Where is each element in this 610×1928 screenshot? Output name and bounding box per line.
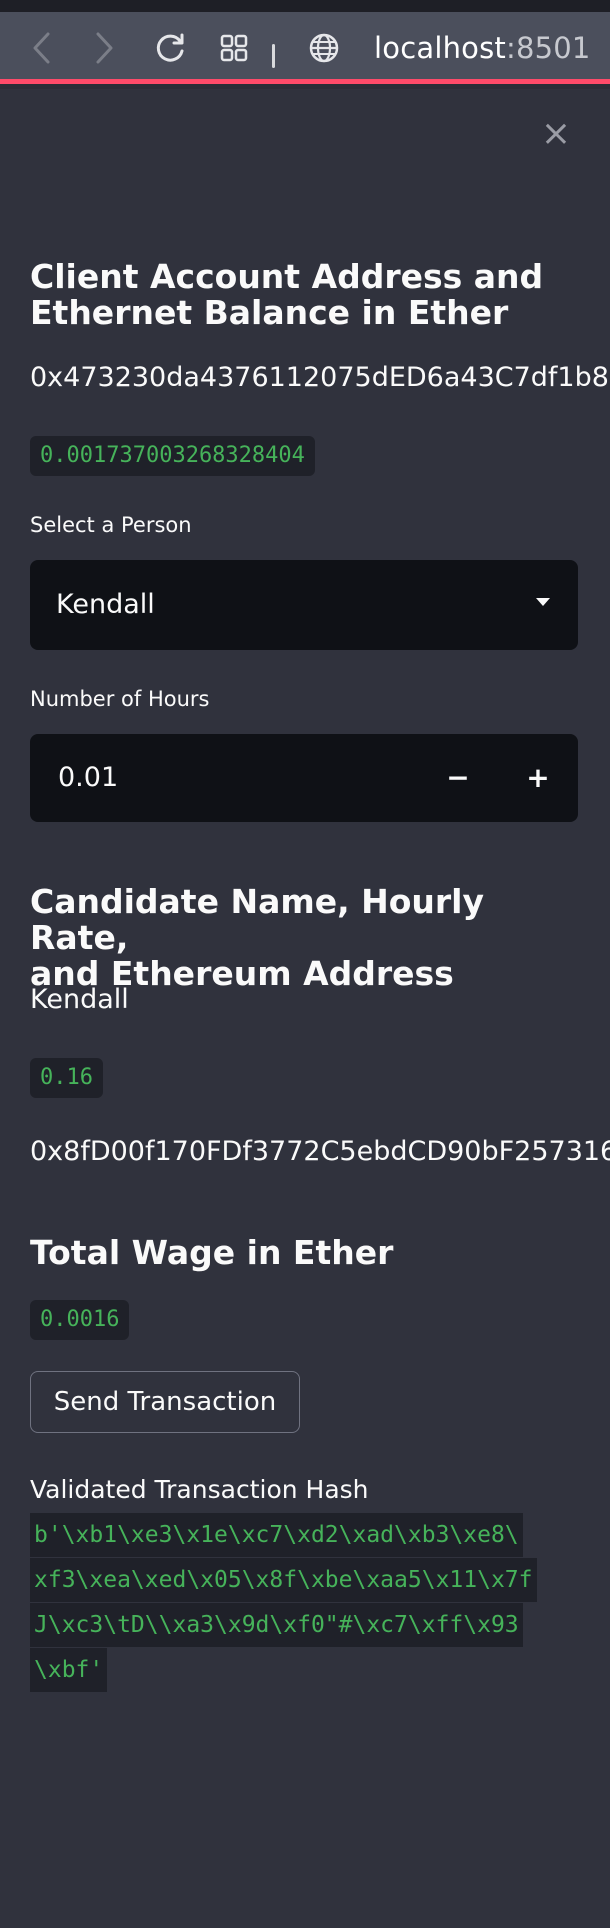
- person-select-value: Kendall: [56, 589, 155, 620]
- send-transaction-button[interactable]: Send Transaction: [30, 1371, 300, 1433]
- reload-icon[interactable]: [150, 26, 190, 70]
- section-title-total-wage: Total Wage in Ether: [30, 1233, 394, 1272]
- client-address: 0x473230da4376112075dED6a43C7df1b8: [30, 362, 609, 393]
- hours-label: Number of Hours: [30, 687, 210, 711]
- hours-value[interactable]: 0.01: [58, 734, 118, 822]
- section-title-candidate: Candidate Name, Hourly Rate, and Ethereu…: [30, 884, 590, 992]
- hash-line: J\xc3\tD\\xa3\x9d\xf0"#\xc7\xff\x93: [30, 1603, 523, 1647]
- back-arrow-icon[interactable]: [24, 26, 60, 70]
- candidate-address: 0x8fD00f170FDf3772C5ebdCD90bF257316: [30, 1136, 610, 1167]
- select-person-label: Select a Person: [30, 513, 192, 537]
- client-balance: 0.001737003268328404: [30, 436, 315, 476]
- tab-grid-icon[interactable]: [214, 26, 254, 70]
- candidate-rate: 0.16: [30, 1058, 103, 1098]
- forward-arrow-icon[interactable]: [86, 26, 122, 70]
- title-line: Client Account Address and: [30, 257, 544, 296]
- title-line: Ethernet Balance in Ether: [30, 293, 509, 332]
- hash-line: \xbf': [30, 1648, 108, 1692]
- person-select[interactable]: Kendall: [30, 560, 578, 650]
- increment-button[interactable]: +: [498, 734, 578, 822]
- section-title-client-account: Client Account Address and Ethernet Bala…: [30, 259, 590, 331]
- decrement-button[interactable]: −: [418, 734, 498, 822]
- total-wage: 0.0016: [30, 1300, 130, 1340]
- transaction-hash: b'\xb1\xe3\x1e\xc7\xd2\xad\xb3\xe8\ xf3\…: [30, 1513, 570, 1693]
- title-line: Candidate Name, Hourly Rate,: [30, 882, 485, 957]
- accent-line: [0, 79, 610, 84]
- window-top-strip: [0, 0, 610, 12]
- browser-toolbar: localhost:8501: [0, 12, 610, 84]
- hours-number-input[interactable]: 0.01 − +: [30, 734, 578, 822]
- globe-icon: [304, 26, 344, 70]
- hash-line: b'\xb1\xe3\x1e\xc7\xd2\xad\xb3\xe8\: [30, 1513, 523, 1557]
- candidate-name: Kendall: [30, 984, 129, 1015]
- toolbar-divider: [272, 44, 275, 68]
- close-icon[interactable]: ×: [538, 116, 574, 152]
- url-port: :8501: [505, 31, 591, 65]
- transaction-hash-label: Validated Transaction Hash: [30, 1475, 369, 1504]
- url-host: localhost: [374, 31, 506, 65]
- hash-line: xf3\xea\xed\x05\x8f\xbe\xaa5\x11\x7f: [30, 1558, 537, 1602]
- chevron-down-icon: [536, 598, 550, 606]
- address-bar-url[interactable]: localhost:8501: [374, 26, 591, 70]
